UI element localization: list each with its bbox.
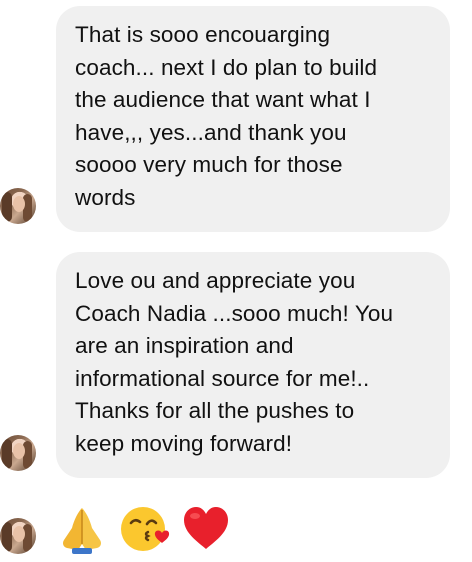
message-text-line: are an inspiration and — [75, 333, 294, 358]
message-text-line: Love ou and appreciate you — [75, 268, 356, 293]
message-text-line: have,,, yes...and thank you — [75, 119, 347, 145]
message-text-line: Thanks for all the pushes to — [75, 398, 355, 423]
red-heart-icon — [184, 507, 228, 549]
avatar[interactable] — [0, 188, 36, 224]
message-text-line: informational source for me!.. — [75, 365, 370, 391]
avatar[interactable] — [0, 518, 36, 554]
avatar[interactable] — [0, 435, 36, 471]
folded-hands-icon — [63, 508, 101, 554]
face-blowing-a-kiss-icon — [121, 507, 170, 551]
message-text-line: Coach Nadia ...sooo much! You — [75, 300, 394, 326]
message-text-line: soooo very much for those — [75, 152, 343, 177]
message-text-line: keep moving forward! — [75, 430, 293, 456]
message-thread: That is sooo encouarging coach... next I… — [0, 0, 472, 562]
message-text-line: the audience that want what I — [75, 87, 371, 112]
message-text-line: words — [75, 184, 136, 210]
message-bubble[interactable]: That is sooo encouarging coach... next I… — [56, 6, 450, 232]
emoji-message[interactable] — [56, 502, 232, 554]
message-text-line: coach... next I do plan to build — [75, 54, 378, 80]
message-bubble[interactable]: Love ou and appreciate you Coach Nadia .… — [56, 252, 450, 478]
message-text-line: That is sooo encouarging — [75, 22, 331, 47]
